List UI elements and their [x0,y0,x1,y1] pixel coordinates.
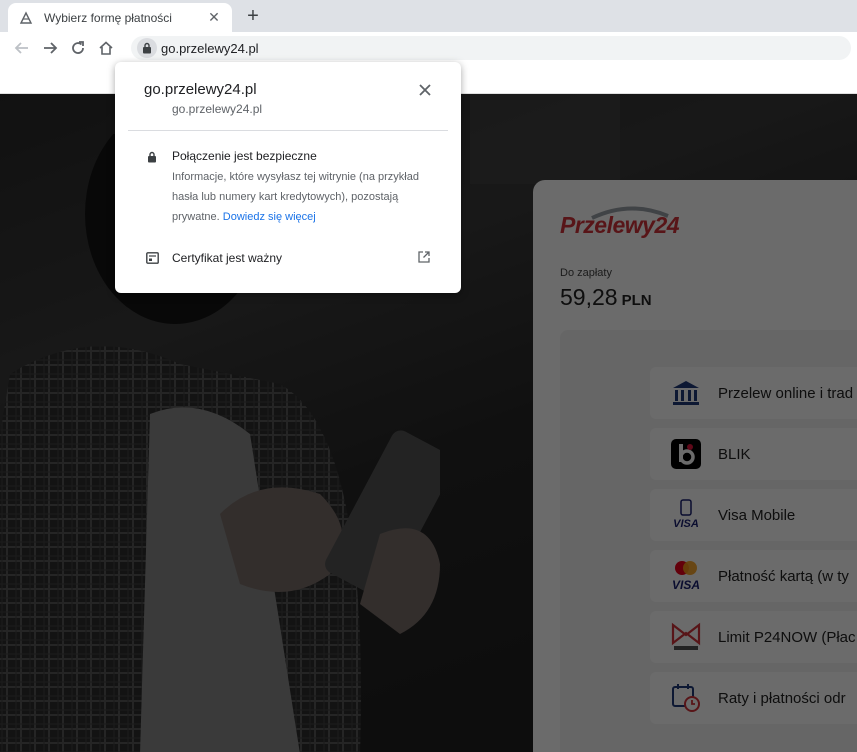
site-info-button[interactable] [137,38,157,58]
home-icon [99,41,113,55]
payment-method-installments[interactable]: Raty i płatności odr [650,672,857,724]
payment-card: Przelewy24 Do zapłaty 59,28 PLN Przelew o… [533,180,857,752]
site-info-popup: go.przelewy24.pl go.przelewy24.pl Połącz… [115,62,461,293]
popup-divider [128,130,448,131]
visa-mobile-icon: VISA [668,497,704,533]
payment-method-visa-mobile[interactable]: VISA Visa Mobile [650,489,857,541]
external-link-icon[interactable] [417,250,431,264]
certificate-valid-item[interactable]: Certyfikat jest ważny [172,251,282,265]
p24now-icon [668,619,704,655]
blik-icon [668,436,704,472]
bank-icon [668,375,704,411]
method-label: Płatność kartą (w ty [718,567,849,585]
payment-method-p24now[interactable]: Limit P24NOW (Płac [650,611,857,663]
payment-methods-list: Przelew online i trad BLIK VISA Visa Mob… [560,330,857,752]
page-favicon-icon [18,10,34,26]
svg-text:VISA: VISA [673,518,699,530]
method-label: Limit P24NOW (Płac [718,628,856,646]
learn-more-link[interactable]: Dowiedz się więcej [223,211,316,223]
forward-button[interactable] [36,34,64,62]
przelewy24-logo: Przelewy24 [560,204,680,240]
home-button[interactable] [92,34,120,62]
address-bar[interactable]: go.przelewy24.pl [131,36,851,60]
amount-value: 59,28 [560,284,618,310]
connection-secure-title: Połączenie jest bezpieczne [172,149,317,163]
method-label: BLIK [718,445,751,463]
amount-due: 59,28 PLN [560,284,652,311]
reload-button[interactable] [64,34,92,62]
background-window [470,94,620,184]
tab-close-icon[interactable]: ✕ [206,9,222,26]
svg-text:VISA: VISA [672,578,700,592]
currency: PLN [621,292,652,309]
popup-site-title: go.przelewy24.pl [144,81,257,98]
new-tab-button[interactable]: + [242,5,264,27]
popup-site-subtitle: go.przelewy24.pl [172,102,263,116]
arrow-left-icon [14,42,28,54]
tab-title: Wybierz formę płatności [44,10,172,25]
connection-secure-description: Informacje, które wysyłasz tej witrynie … [172,167,432,227]
payment-method-card[interactable]: VISA Płatność kartą (w ty [650,550,857,602]
method-label: Raty i płatności odr [718,689,846,707]
brand-name: Przelewy24 [560,212,680,238]
card-icon: VISA [668,558,704,594]
payment-method-blik[interactable]: BLIK [650,428,857,480]
payment-method-bank-transfer[interactable]: Przelew online i trad [650,367,857,419]
reload-icon [72,41,84,54]
lock-icon [143,42,151,54]
arrow-right-icon [44,42,58,54]
browser-tab[interactable]: Wybierz formę płatności ✕ [8,3,232,32]
method-label: Przelew online i trad [718,384,854,402]
tab-strip: Wybierz formę płatności ✕ + [0,0,857,32]
amount-due-label: Do zapłaty [560,267,612,279]
url-text: go.przelewy24.pl [161,40,259,56]
popup-close-icon[interactable] [415,80,435,100]
back-button[interactable] [8,34,36,62]
certificate-icon [145,251,159,265]
installments-icon [668,680,704,716]
lock-icon [145,150,159,164]
method-label: Visa Mobile [718,506,796,524]
browser-toolbar: go.przelewy24.pl [0,32,857,64]
